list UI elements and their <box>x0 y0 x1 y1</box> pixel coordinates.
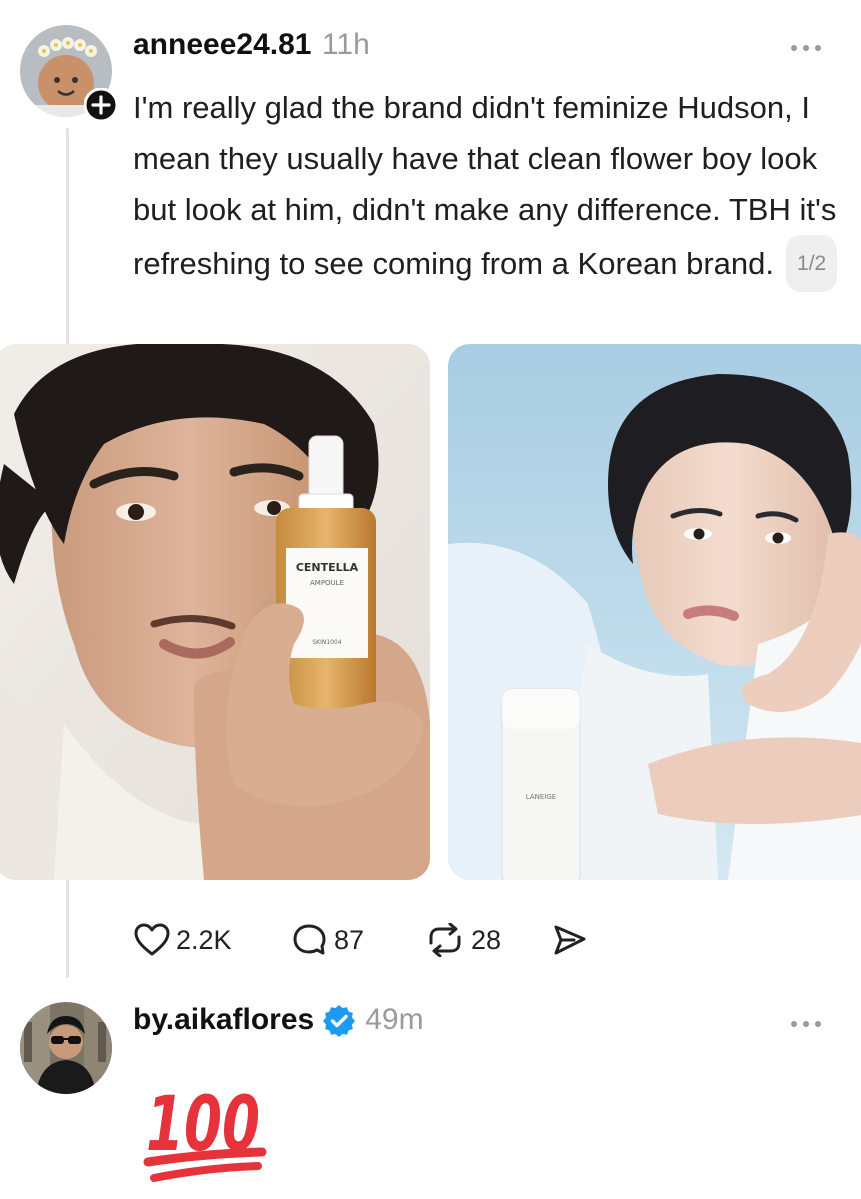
share-icon <box>554 925 586 955</box>
post-image-1[interactable]: CENTELLA AMPOULE SKIN1004 <box>0 344 430 880</box>
repost-icon <box>429 923 461 957</box>
like-button[interactable]: 2.2K <box>134 923 232 957</box>
repost-button[interactable]: 28 <box>425 923 501 957</box>
bottle-type: AMPOULE <box>310 579 344 587</box>
share-button[interactable] <box>552 923 594 957</box>
bottle-brand: CENTELLA <box>296 561 359 574</box>
post-image-2[interactable]: LANEIGE <box>448 344 861 880</box>
heart-icon <box>134 923 170 956</box>
reply-button[interactable]: 87 <box>292 923 364 957</box>
verified-badge-icon <box>323 1005 356 1037</box>
more-icon[interactable] <box>789 40 823 58</box>
reply-count: 87 <box>334 924 365 955</box>
post-body: I'm really glad the brand didn't feminiz… <box>133 90 837 281</box>
bottle-maker: SKIN1004 <box>312 639 341 646</box>
reply-header: by.aikaflores 49m <box>133 1003 424 1037</box>
comment-icon <box>293 924 326 955</box>
like-count: 2.2K <box>176 924 232 955</box>
reply-time: 49m <box>365 1003 424 1036</box>
post-header: anneee24.81 11h <box>133 28 370 62</box>
laneige-label: LANEIGE <box>526 793 556 801</box>
post-time: 11h <box>321 28 370 61</box>
follow-plus-icon[interactable] <box>83 87 119 123</box>
reply-more-icon[interactable] <box>789 1016 823 1034</box>
post-text: I'm really glad the brand didn't feminiz… <box>133 82 843 292</box>
reply-user-avatar[interactable] <box>20 1002 112 1094</box>
hundred-points-emoji: 100 <box>140 1058 270 1188</box>
reply-username[interactable]: by.aikaflores <box>133 1003 314 1037</box>
post-username[interactable]: anneee24.81 <box>133 28 311 61</box>
image-counter: 1/2 <box>786 235 838 292</box>
repost-count: 28 <box>471 924 502 955</box>
